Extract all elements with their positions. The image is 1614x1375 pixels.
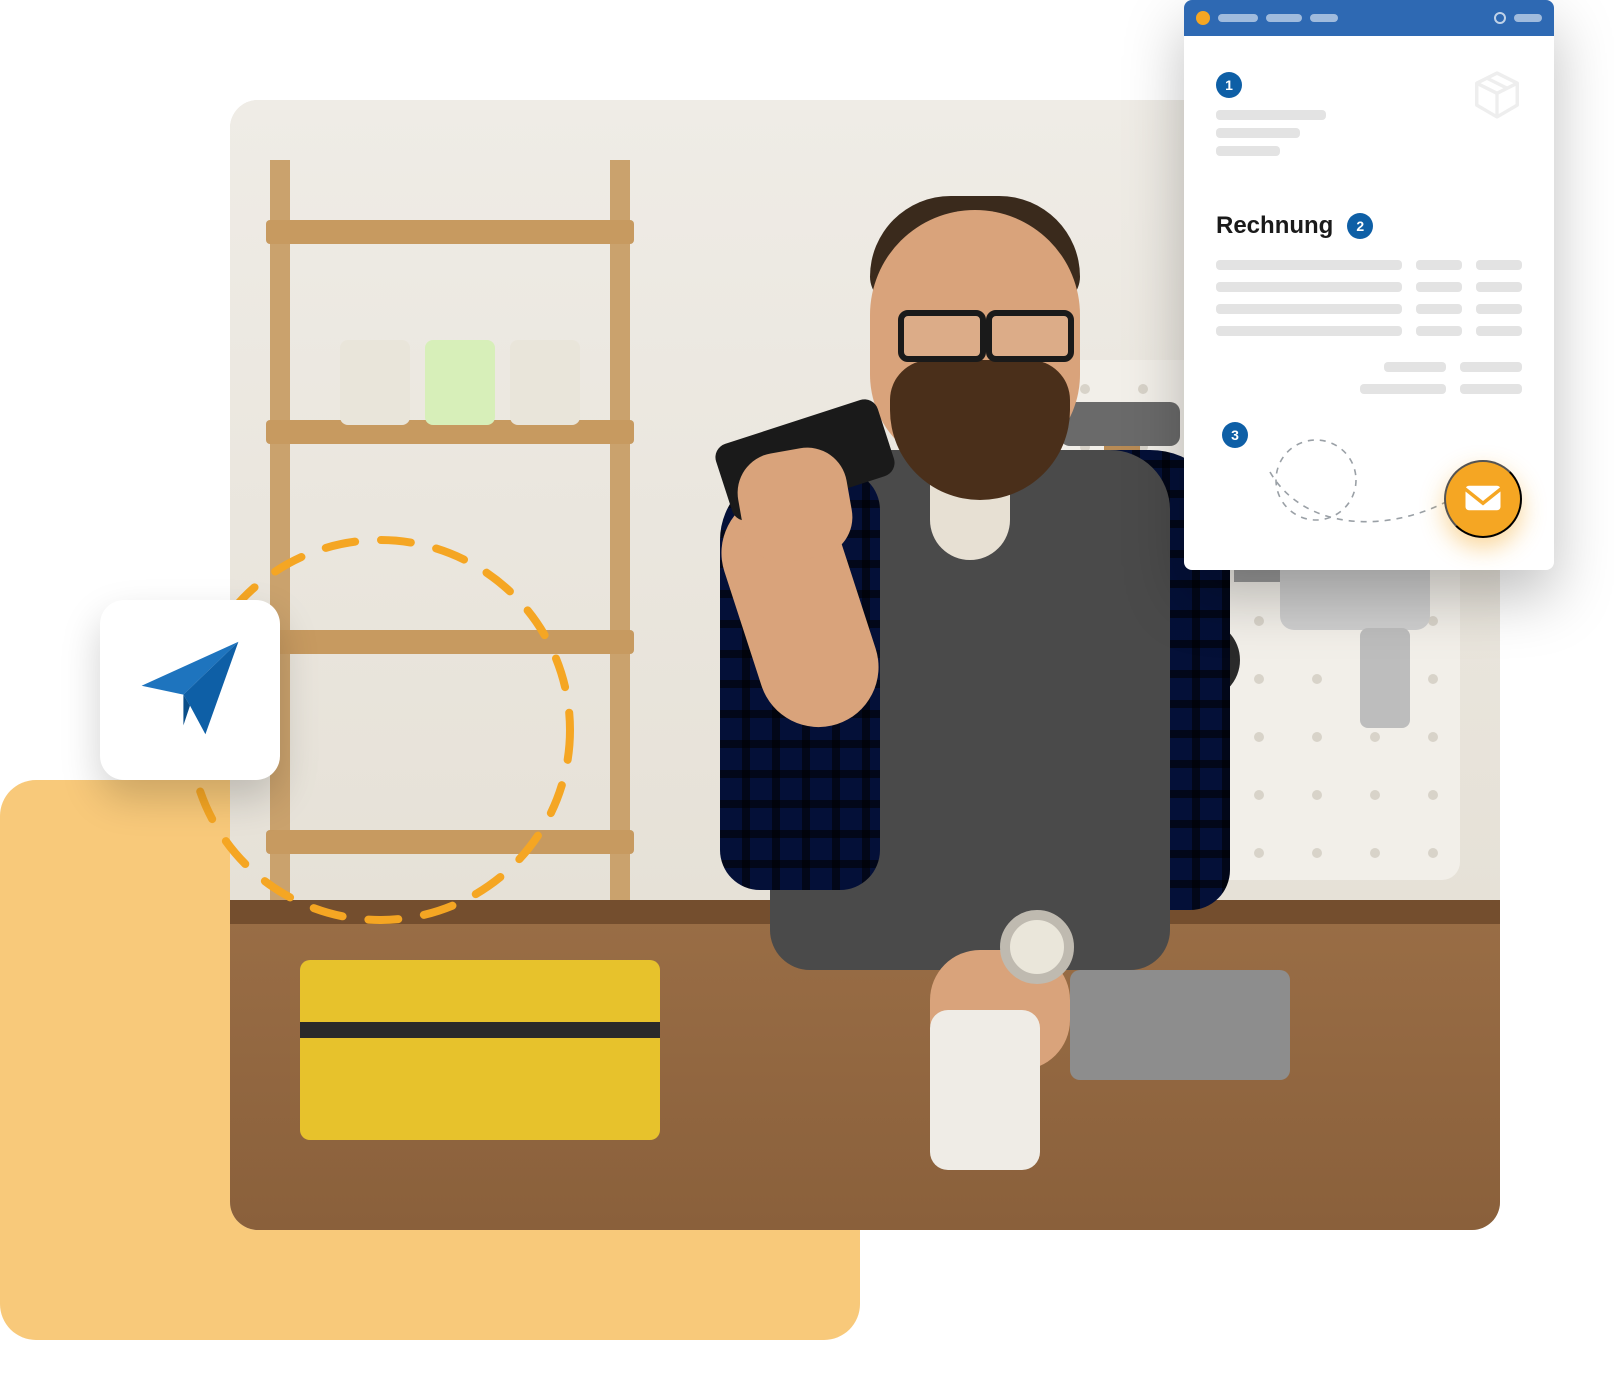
person (630, 190, 1190, 1220)
sun-icon (1196, 11, 1210, 25)
toolbox (300, 960, 660, 1140)
paper-plane-icon (135, 633, 245, 748)
invoice-document: 1 Rechnung 2 (1208, 62, 1530, 546)
step-badge-2: 2 (1347, 213, 1373, 239)
topbar-item (1266, 14, 1302, 22)
paper-plane-card (100, 600, 280, 780)
invoice-totals (1352, 362, 1522, 406)
address-block (1216, 110, 1326, 164)
composition: /* holes drawn below via duplicated span… (0, 0, 1614, 1375)
topbar-item (1514, 14, 1542, 22)
send-trail (1246, 424, 1466, 534)
app-topbar (1184, 0, 1554, 36)
topbar-item (1218, 14, 1258, 22)
glasses-icon (898, 310, 1074, 354)
step-badge-1: 1 (1216, 72, 1242, 98)
cup (930, 1010, 1040, 1170)
mail-icon (1462, 477, 1504, 522)
invoice-lines (1216, 260, 1522, 348)
watch-icon (1000, 910, 1074, 984)
invoice-app-window: 1 Rechnung 2 (1184, 0, 1554, 570)
send-invoice-button[interactable] (1444, 460, 1522, 538)
invoice-title: Rechnung (1216, 212, 1333, 240)
topbar-item (1310, 14, 1338, 22)
gear-icon (1494, 12, 1506, 24)
step-badge-3: 3 (1222, 422, 1248, 448)
package-icon (1470, 68, 1524, 122)
